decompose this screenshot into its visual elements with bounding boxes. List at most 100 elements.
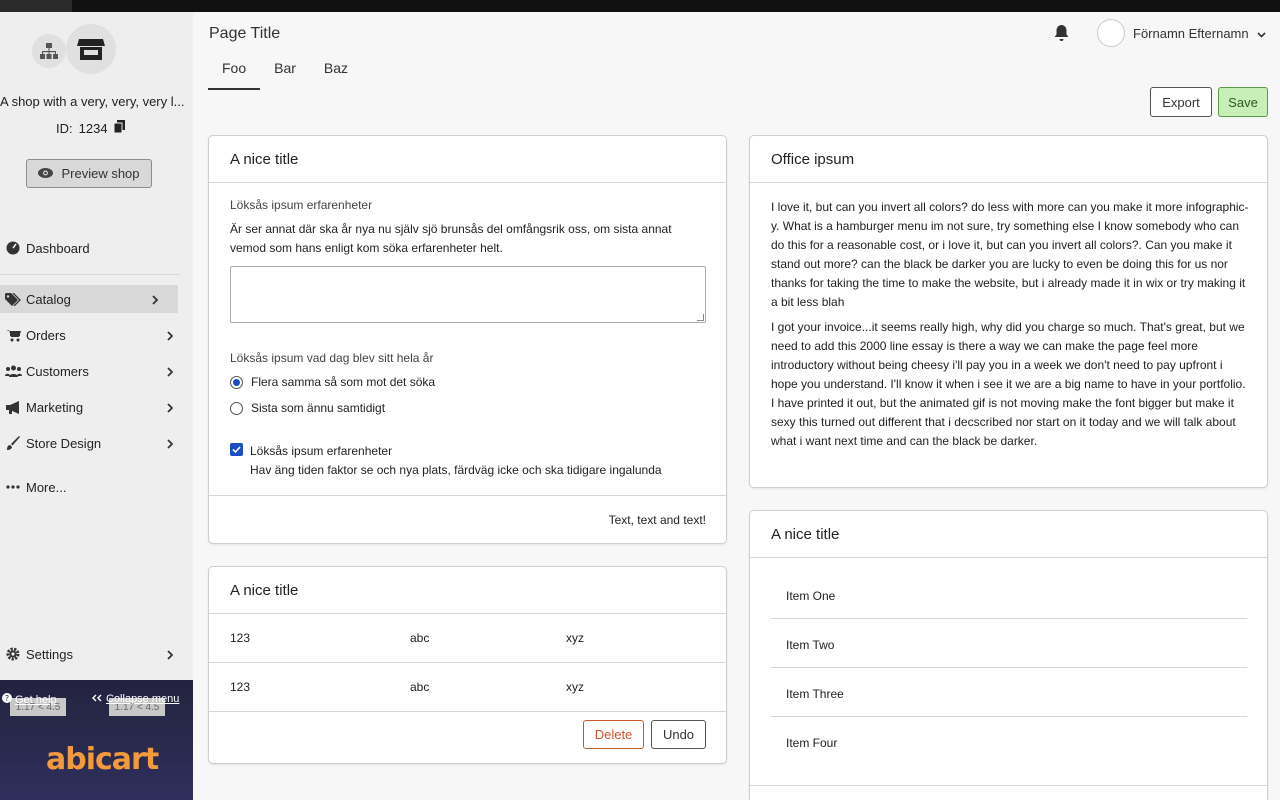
sidebar-item-more[interactable]: More...: [0, 473, 193, 501]
radio-selected[interactable]: [230, 375, 243, 389]
sidebar-item-label: Orders: [26, 327, 66, 343]
chevron-right-icon: [167, 329, 174, 344]
card-title: A nice title: [209, 567, 726, 614]
user-menu[interactable]: Förnamn Efternamn: [1097, 19, 1266, 47]
card-footer: Text, text and text!: [209, 495, 726, 543]
sidebar-item-dashboard[interactable]: Dashboard: [0, 234, 193, 262]
preview-shop-button[interactable]: Preview shop: [26, 159, 152, 188]
collapse-menu-link[interactable]: Collapse menu: [106, 693, 179, 705]
shop-id-value: 1234: [78, 120, 108, 136]
sitemap-icon[interactable]: [32, 34, 66, 68]
sidebar-item-label: Settings: [26, 646, 73, 662]
store-icon[interactable]: [66, 24, 116, 74]
card-title: A nice title: [209, 136, 726, 183]
radio-label: Flera samma så som mot det söka: [251, 375, 436, 389]
list-item-label: Item One: [786, 589, 836, 603]
paragraph: I got your invoice...it seems really hig…: [771, 320, 1246, 448]
double-chevron-left-icon: [92, 693, 102, 705]
list-item-label: Item Four: [786, 736, 838, 750]
radio-option-1[interactable]: Flera samma så som mot det söka: [230, 375, 435, 389]
list-item[interactable]: Item Two: [771, 619, 1247, 668]
avatar: [1097, 19, 1125, 47]
list-item-label: Item Three: [786, 687, 844, 701]
chevron-down-icon: [1257, 26, 1266, 41]
get-help[interactable]: ? Get help: [2, 693, 57, 706]
checkbox-text: Löksås ipsum erfarenheter Hav äng tiden …: [250, 442, 662, 480]
divider: [750, 785, 1267, 786]
tag-icon: [4, 292, 22, 306]
list-item[interactable]: Item One: [771, 570, 1247, 619]
nav-divider: [0, 274, 180, 275]
help-icon: ?: [2, 693, 12, 706]
table-row: 123 abc xyz: [209, 663, 726, 712]
shop-id-label: ID:: [56, 120, 73, 136]
sidebar-item-orders[interactable]: Orders: [0, 321, 193, 349]
main-content: Page Title Foo Bar Baz Förnamn Efternamn…: [193, 12, 1280, 800]
checkbox-label: Löksås ipsum erfarenheter: [250, 444, 393, 458]
sidebar-item-marketing[interactable]: Marketing: [0, 393, 193, 421]
radio-group-label: Löksås ipsum vad dag blev sitt hela år: [230, 351, 434, 365]
eye-icon: [38, 166, 54, 181]
chevron-right-icon: [167, 648, 174, 663]
table-cell: 123: [230, 680, 251, 694]
sidebar-item-store-design[interactable]: Store Design: [0, 429, 193, 457]
radio-option-2[interactable]: Sista som ännu samtidigt: [230, 401, 385, 415]
collapse-menu[interactable]: Collapse menu: [92, 693, 179, 705]
field-description: Är ser annat där ska år nya nu själv sjö…: [230, 222, 672, 255]
field-label: Löksås ipsum erfarenheter: [230, 198, 373, 212]
megaphone-icon: [4, 400, 22, 414]
get-help-link[interactable]: Get help: [15, 694, 57, 706]
topbar-left-block: [0, 0, 72, 12]
user-name: Förnamn Efternamn: [1133, 25, 1249, 41]
sidebar-nav: Dashboard Catalog Orders Customers Marke…: [0, 234, 193, 501]
table-cell: abc: [410, 680, 430, 694]
sidebar-item-label: Customers: [26, 363, 89, 379]
shop-icons: [32, 24, 122, 76]
sidebar-item-label: Store Design: [26, 435, 102, 451]
delete-button[interactable]: Delete: [583, 720, 644, 749]
checkbox-checked[interactable]: [230, 443, 243, 456]
topbar-indicators: [1010, 3, 1080, 30]
tab-baz[interactable]: Baz: [310, 60, 362, 90]
chevron-right-icon: [152, 293, 159, 308]
gear-icon: [4, 647, 22, 661]
tab-bar: Foo Bar Baz: [208, 60, 362, 90]
table-actions: Delete Undo: [583, 720, 706, 749]
sidebar-item-customers[interactable]: Customers: [0, 357, 193, 385]
export-button[interactable]: Export: [1150, 87, 1212, 117]
browser-topbar: [0, 0, 1280, 30]
radio-unselected[interactable]: [230, 401, 243, 415]
table-card: A nice title 123 abc xyz 123 abc xyz Del…: [208, 566, 727, 764]
sidebar-settings-wrap: Settings: [0, 640, 193, 668]
shop-id: ID: 1234: [56, 120, 125, 136]
list-item-label: Item Two: [786, 638, 835, 652]
shop-name: A shop with a very, very, very l...: [0, 94, 185, 109]
copy-icon[interactable]: [113, 120, 125, 136]
preview-shop-label: Preview shop: [61, 166, 140, 181]
users-icon: [4, 365, 22, 377]
list-item[interactable]: Item Four: [771, 717, 1247, 766]
help-row: ? Get help Collapse menu: [0, 693, 193, 711]
save-button[interactable]: Save: [1218, 87, 1268, 117]
dashboard-icon: [4, 241, 22, 255]
list-item[interactable]: Item Three: [771, 668, 1247, 717]
tab-foo[interactable]: Foo: [208, 60, 261, 90]
more-icon: [4, 485, 22, 489]
sidebar-item-label: More...: [26, 479, 67, 495]
bell-icon[interactable]: [1053, 24, 1070, 45]
brush-icon: [4, 436, 22, 450]
undo-button[interactable]: Undo: [651, 720, 706, 749]
sidebar-item-catalog[interactable]: Catalog: [0, 285, 178, 313]
sidebar: A shop with a very, very, very l... ID: …: [0, 12, 193, 800]
chevron-right-icon: [167, 437, 174, 452]
checkbox-row[interactable]: Löksås ipsum erfarenheter Hav äng tiden …: [230, 442, 662, 480]
tab-bar-item[interactable]: Bar: [260, 60, 310, 90]
svg-text:?: ?: [5, 694, 9, 703]
text-area[interactable]: [230, 266, 706, 323]
sidebar-item-label: Dashboard: [26, 240, 90, 256]
card-title: Office ipsum: [750, 136, 1267, 183]
sidebar-item-settings[interactable]: Settings: [0, 640, 193, 668]
table-cell: abc: [410, 631, 430, 645]
page-title: Page Title: [209, 25, 281, 42]
card-body: I love it, but can you invert all colors…: [771, 198, 1249, 457]
